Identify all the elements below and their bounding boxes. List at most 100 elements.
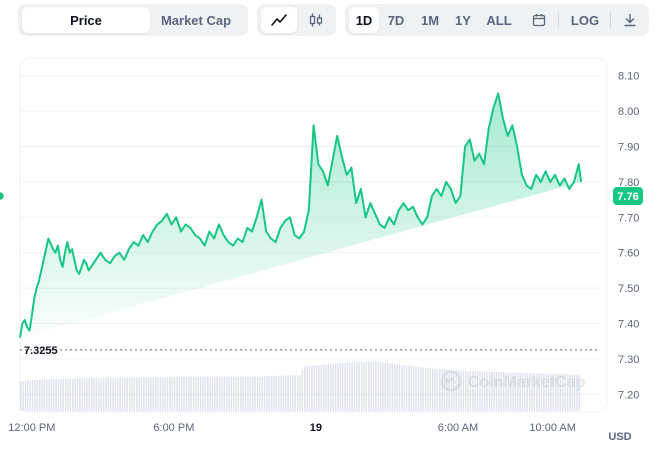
volume-bar	[315, 365, 318, 411]
volume-bar	[403, 365, 405, 411]
volume-bar	[34, 380, 36, 411]
volume-bar	[107, 378, 109, 411]
x-tick-label: 6:00 PM	[153, 422, 194, 434]
volume-bar	[301, 370, 304, 411]
volume-bar	[197, 376, 199, 411]
volume-bar	[185, 376, 188, 411]
volume-bar	[131, 377, 133, 411]
volume-bar	[143, 377, 145, 411]
volume-bar	[79, 378, 81, 411]
volume-bar	[199, 376, 202, 411]
volume-bar	[368, 361, 370, 411]
volume-bar	[268, 376, 270, 411]
volume-bar	[292, 375, 294, 411]
volume-bar	[363, 361, 365, 411]
volume-bar	[237, 376, 240, 411]
volume-bar	[308, 365, 311, 411]
volume-bar	[412, 366, 415, 411]
volume-bar	[159, 377, 162, 411]
volume-bar	[346, 362, 349, 411]
volume-bar	[204, 376, 207, 411]
volume-bar	[330, 364, 332, 411]
volume-bar	[157, 377, 159, 411]
volume-bar	[358, 362, 360, 411]
volume-bar	[176, 376, 178, 411]
volume-bar	[29, 380, 31, 411]
volume-bar	[434, 368, 436, 411]
x-tick-label: 10:00 AM	[529, 422, 575, 434]
volume-bar	[64, 378, 67, 411]
current-price-badge: 7.76	[613, 187, 643, 206]
volume-bar	[341, 363, 344, 411]
volume-bar	[408, 365, 410, 411]
volume-bar	[424, 367, 427, 411]
volume-bar	[221, 376, 223, 411]
volume-bar	[214, 376, 216, 411]
volume-bar	[166, 377, 169, 411]
volume-bar	[192, 376, 195, 411]
volume-bar	[235, 376, 237, 411]
volume-bar	[375, 361, 377, 411]
volume-bar	[133, 377, 136, 411]
volume-bar	[332, 364, 334, 411]
volume-bar	[410, 366, 413, 411]
volume-bar	[386, 363, 389, 411]
volume-bar	[266, 376, 268, 411]
y-tick-label: 7.70	[618, 212, 639, 224]
volume-bar	[22, 380, 24, 411]
volume-bar	[247, 376, 249, 411]
volume-bar	[112, 378, 114, 411]
volume-bar	[57, 379, 60, 411]
volume-bar	[377, 361, 379, 411]
volume-bar	[38, 379, 41, 411]
volume-bar	[138, 377, 140, 411]
volume-bar	[339, 363, 341, 411]
price-chart[interactable]: CoinMarketCap 7.3255 7.20 7.30 7.40 7.50 7.6…	[0, 0, 662, 450]
volume-bar	[436, 368, 439, 411]
volume-bar	[296, 375, 299, 411]
volume-bar	[36, 379, 38, 411]
volume-bar	[401, 364, 403, 411]
y-tick-label: 7.60	[618, 248, 639, 260]
volume-bar	[183, 376, 185, 411]
volume-bar	[195, 376, 197, 411]
volume-bar	[294, 375, 297, 411]
volume-bar	[154, 377, 157, 411]
volume-bar	[349, 362, 351, 411]
volume-bar	[398, 364, 401, 411]
volume-bar	[136, 377, 138, 411]
volume-bar	[323, 364, 325, 411]
y-tick-label: 7.50	[618, 283, 639, 295]
x-tick-label: 6:00 AM	[438, 422, 478, 434]
current-price-dot	[0, 190, 6, 202]
volume-bar	[207, 376, 209, 411]
volume-bar	[72, 378, 74, 411]
volume-bar	[275, 375, 278, 411]
watermark-text: CoinMarketCap	[468, 374, 586, 391]
volume-bar	[76, 378, 79, 411]
volume-bar	[389, 363, 391, 411]
volume-bar	[228, 376, 230, 411]
volume-bar	[152, 377, 154, 411]
volume-bar	[88, 378, 91, 411]
volume-bar	[299, 375, 301, 411]
volume-bar	[370, 361, 372, 411]
volume-bar	[140, 377, 143, 411]
volume-bar	[24, 380, 27, 411]
volume-bar	[105, 378, 107, 411]
volume-bar	[273, 375, 275, 411]
volume-bar	[223, 376, 225, 411]
current-price-value: 7.76	[617, 191, 638, 203]
volume-bar	[46, 379, 48, 411]
volume-bar	[439, 369, 441, 411]
volume-bar	[126, 377, 128, 411]
volume-bar	[162, 377, 164, 411]
volume-bar	[396, 364, 398, 411]
volume-bar	[218, 376, 221, 411]
volume-bar	[190, 376, 192, 411]
volume-bar	[360, 361, 363, 411]
volume-bar	[259, 376, 261, 411]
volume-bar	[256, 376, 259, 411]
y-tick-label: 7.30	[618, 354, 639, 366]
volume-bar	[124, 377, 126, 411]
